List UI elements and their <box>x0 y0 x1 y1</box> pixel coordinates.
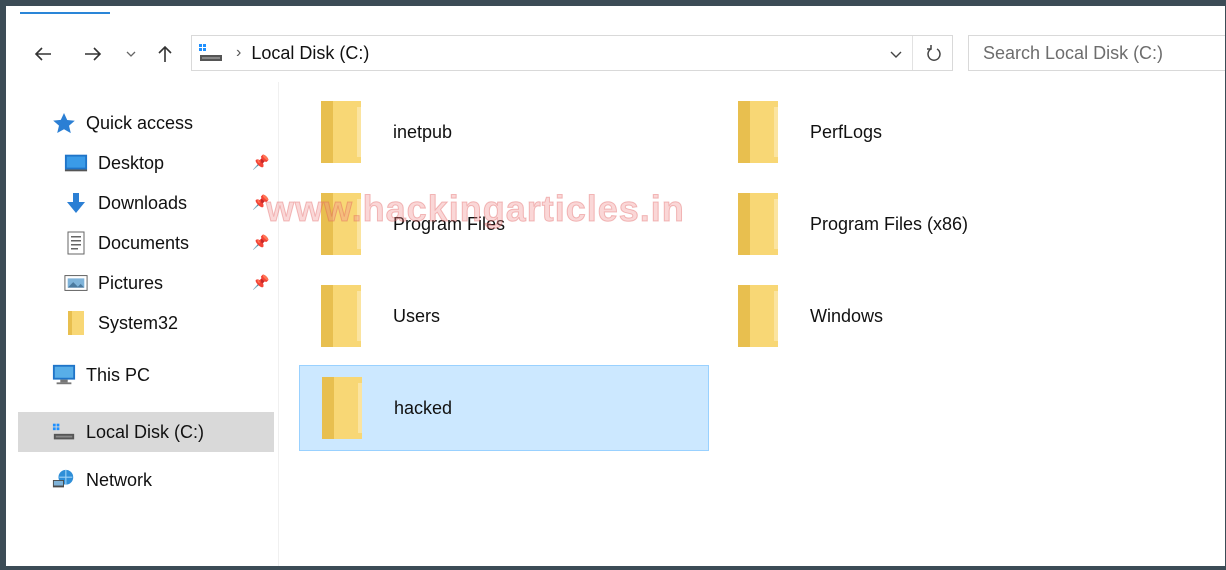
chevron-down-icon <box>126 51 136 57</box>
search-placeholder: Search Local Disk (C:) <box>983 42 1164 63</box>
folder-item-program-files-x86[interactable]: Program Files (x86) <box>716 182 1136 266</box>
sidebar-item-quick-access[interactable]: Quick access <box>52 103 193 143</box>
sidebar-item-label: Pictures <box>98 272 164 293</box>
sidebar-item-label: Downloads <box>98 192 188 213</box>
folder-icon <box>315 283 365 349</box>
sidebar-item-downloads[interactable]: Downloads <box>64 183 187 223</box>
sidebar-item-pictures[interactable]: Pictures <box>64 263 163 303</box>
pin-icon[interactable]: 📌 <box>252 194 269 211</box>
folder-item-perflogs[interactable]: PerfLogs <box>716 90 1136 174</box>
local-disk-icon <box>198 43 224 63</box>
folder-icon <box>64 311 88 335</box>
breadcrumb-separator: › <box>236 44 242 61</box>
folder-icon <box>315 99 365 165</box>
sidebar-item-label: This PC <box>86 364 151 385</box>
sidebar-item-documents[interactable]: Documents <box>64 223 189 263</box>
folder-label: Windows <box>810 305 884 326</box>
sidebar-divider <box>278 82 279 566</box>
pin-icon[interactable]: 📌 <box>252 154 269 171</box>
folder-label: PerfLogs <box>810 121 883 142</box>
folder-label: inetpub <box>393 121 453 142</box>
sidebar-item-label: Desktop <box>98 152 165 173</box>
folder-item-users[interactable]: Users <box>299 274 709 358</box>
computer-icon <box>52 363 76 387</box>
star-icon <box>52 111 76 135</box>
sidebar-item-system32[interactable]: System32 <box>64 303 178 343</box>
sidebar-item-label: Network <box>86 469 153 490</box>
ribbon-tab-indicator <box>20 12 110 14</box>
folder-label: Users <box>393 305 441 326</box>
documents-icon <box>64 231 88 255</box>
folder-label: Program Files (x86) <box>810 213 969 234</box>
local-disk-icon <box>52 420 76 444</box>
folder-icon <box>316 375 366 441</box>
folder-icon <box>732 99 782 165</box>
network-icon <box>52 468 76 492</box>
folder-item-hacked[interactable]: hacked <box>299 365 709 451</box>
sidebar-item-label: System32 <box>98 312 179 333</box>
arrow-right-icon <box>85 47 102 61</box>
folder-icon <box>732 191 782 257</box>
folder-item-inetpub[interactable]: inetpub <box>299 90 709 174</box>
sidebar-item-label: Quick access <box>86 112 194 133</box>
downloads-icon <box>64 191 88 215</box>
refresh-button[interactable] <box>912 36 953 70</box>
sidebar-item-desktop[interactable]: Desktop <box>64 143 164 183</box>
sidebar-item-local-disk[interactable]: Local Disk (C:) <box>52 412 204 452</box>
folder-item-program-files[interactable]: Program Files <box>299 182 709 266</box>
breadcrumb-local-disk[interactable]: Local Disk (C:) <box>251 43 369 64</box>
sidebar-item-label: Local Disk (C:) <box>86 421 205 442</box>
sidebar-item-network[interactable]: Network <box>52 460 152 500</box>
address-dropdown-button[interactable] <box>890 46 902 64</box>
sidebar-item-label: Documents <box>98 232 190 253</box>
address-bar[interactable]: › Local Disk (C:) <box>191 35 953 71</box>
desktop-icon <box>64 151 88 175</box>
sidebar-item-this-pc[interactable]: This PC <box>52 355 150 395</box>
folder-icon <box>315 191 365 257</box>
folder-icon <box>732 283 782 349</box>
up-button[interactable] <box>152 36 178 72</box>
forward-button[interactable] <box>78 36 108 72</box>
back-button[interactable] <box>28 36 58 72</box>
search-input[interactable]: Search Local Disk (C:) <box>968 35 1225 71</box>
explorer-window: › Local Disk (C:) Search Local Disk (C:)… <box>6 6 1225 566</box>
pictures-icon <box>64 271 88 295</box>
folder-label: Program Files <box>393 213 506 234</box>
refresh-icon <box>927 45 941 61</box>
arrow-left-icon <box>34 47 51 61</box>
folder-label: hacked <box>394 397 453 418</box>
arrow-up-icon <box>158 45 172 62</box>
chevron-down-icon <box>890 51 902 58</box>
pin-icon[interactable]: 📌 <box>252 234 269 251</box>
folder-item-windows[interactable]: Windows <box>716 274 1136 358</box>
pin-icon[interactable]: 📌 <box>252 274 269 291</box>
recent-locations-button[interactable] <box>120 36 142 72</box>
